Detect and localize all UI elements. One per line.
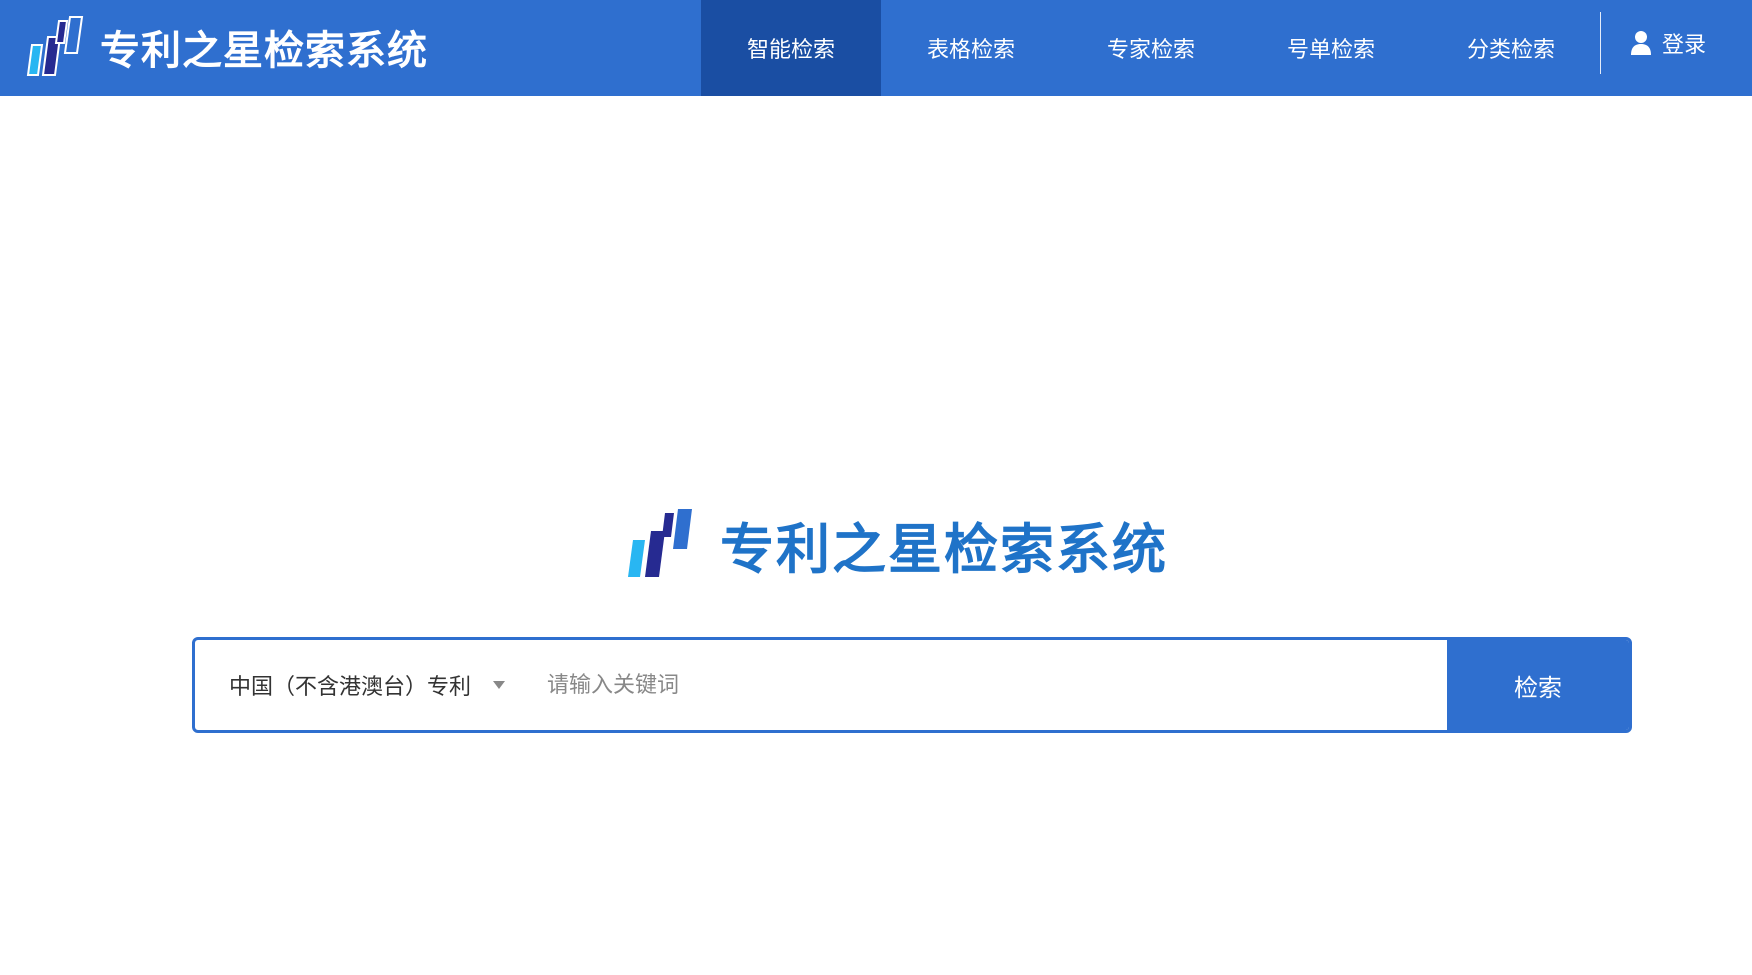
header-brand-title: 专利之星检索系统 bbox=[100, 28, 428, 74]
nav-item-table-search[interactable]: 表格检索 bbox=[881, 0, 1061, 96]
keyword-search-input[interactable] bbox=[525, 640, 1447, 730]
login-button[interactable]: 登录 bbox=[1630, 0, 1706, 86]
login-label: 登录 bbox=[1662, 33, 1707, 58]
center-brand: 专利之星检索系统 bbox=[626, 504, 1168, 584]
database-select[interactable]: 中国（不含港澳台）专利 bbox=[195, 640, 525, 730]
nav-item-expert-search[interactable]: 专家检索 bbox=[1061, 0, 1241, 96]
nav-item-number-search[interactable]: 号单检索 bbox=[1241, 0, 1421, 96]
top-header: 专利之星检索系统 智能检索 表格检索 专家检索 号单检索 分类检索 登录 bbox=[0, 0, 1752, 96]
nav-item-smart-search[interactable]: 智能检索 bbox=[701, 0, 881, 96]
header-brand[interactable]: 专利之星检索系统 bbox=[26, 14, 428, 80]
main-nav: 智能检索 表格检索 专家检索 号单检索 分类检索 bbox=[701, 0, 1601, 96]
database-select-label: 中国（不含港澳台）专利 bbox=[229, 675, 472, 700]
nav-item-classification-search[interactable]: 分类检索 bbox=[1421, 0, 1601, 96]
patent-star-logo-icon bbox=[26, 16, 84, 76]
caret-down-icon bbox=[493, 681, 506, 689]
center-brand-title: 专利之星检索系统 bbox=[720, 517, 1168, 581]
user-icon bbox=[1631, 31, 1651, 55]
search-button[interactable]: 检索 bbox=[1447, 640, 1629, 730]
search-bar: 中国（不含港澳台）专利 检索 bbox=[192, 637, 1632, 733]
nav-divider bbox=[1600, 12, 1601, 74]
patent-star-logo-icon bbox=[628, 509, 692, 577]
